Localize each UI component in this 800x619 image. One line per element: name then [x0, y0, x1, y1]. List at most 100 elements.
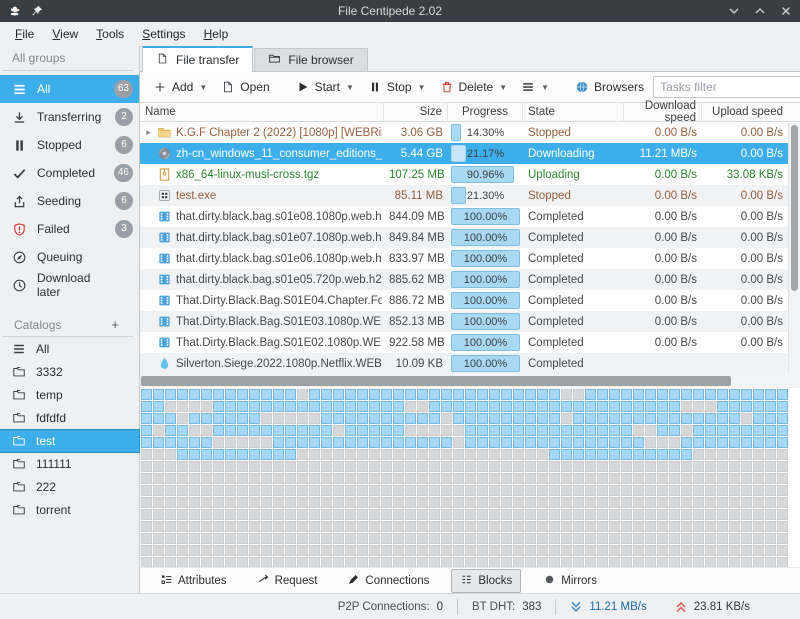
column-progress[interactable]: Progress — [448, 103, 523, 121]
sidebar-item-transferring[interactable]: Transferring 2 — [0, 103, 139, 131]
expand-arrow-icon[interactable]: ▸ — [144, 127, 153, 138]
tab-file-transfer[interactable]: File transfer — [142, 46, 253, 72]
stop-button[interactable]: Stop▼ — [363, 76, 431, 98]
block-empty — [369, 509, 380, 520]
block-empty — [285, 533, 296, 544]
block-empty — [189, 461, 200, 472]
block-downloaded — [465, 401, 476, 412]
menu-item-view[interactable]: View — [43, 24, 87, 44]
horizontal-scrollbar-thumb[interactable] — [141, 376, 731, 386]
close-button[interactable] — [780, 5, 792, 17]
table-row[interactable]: that.dirty.black.bag.s01e06.1080p.web.h2… — [140, 248, 788, 269]
block-empty — [201, 545, 212, 556]
bottom-tab-attributes[interactable]: Attributes — [152, 570, 235, 592]
table-row[interactable]: that.dirty.black.bag.s01e07.1080p.web.h2… — [140, 227, 788, 248]
catalog-item-all[interactable]: All — [0, 338, 139, 360]
vertical-scrollbar-thumb[interactable] — [791, 125, 798, 291]
block-empty — [765, 557, 776, 567]
column-name[interactable]: Name — [140, 103, 384, 121]
sidebar-item-queuing[interactable]: Queuing — [0, 243, 139, 271]
more-menu-button[interactable]: ▼ — [516, 76, 554, 98]
block-empty — [429, 497, 440, 508]
block-empty — [705, 401, 716, 412]
maximize-button[interactable] — [754, 5, 766, 17]
block-downloaded — [657, 389, 668, 400]
block-empty — [597, 473, 608, 484]
block-empty — [717, 545, 728, 556]
block-downloaded — [765, 401, 776, 412]
task-size: 844.09 MB — [384, 211, 448, 223]
block-empty — [621, 557, 632, 567]
sidebar-item-download-later[interactable]: Download later — [0, 271, 139, 299]
table-row[interactable]: Silverton.Siege.2022.1080p.Netflix.WEB-D… — [140, 353, 788, 374]
minimize-button[interactable] — [728, 5, 740, 17]
menu-item-tools[interactable]: Tools — [87, 24, 133, 44]
column-download-speed[interactable]: Download speed — [624, 103, 702, 121]
table-row[interactable]: That.Dirty.Black.Bag.S01E03.1080p.WEB.h2… — [140, 311, 788, 332]
sidebar-item-failed[interactable]: Failed 3 — [0, 215, 139, 243]
catalog-item-fdfdfd[interactable]: fdfdfd — [0, 407, 139, 429]
column-upload-speed[interactable]: Upload speed — [702, 103, 788, 121]
vertical-scrollbar[interactable] — [788, 123, 800, 374]
bottom-tab-blocks[interactable]: Blocks — [451, 569, 521, 593]
catalog-item-222[interactable]: 222 — [0, 476, 139, 498]
bottom-tab-mirrors[interactable]: Mirrors — [535, 570, 605, 592]
tab-file-browser[interactable]: File browser — [254, 48, 367, 71]
tasks-filter-combobox[interactable]: ▼ — [653, 76, 800, 98]
table-row[interactable]: That.Dirty.Black.Bag.S01E02.1080p.WEB.h2… — [140, 332, 788, 353]
sidebar-item-label: Transferring — [37, 110, 101, 124]
block-empty — [297, 413, 308, 424]
clock-icon — [12, 278, 27, 293]
column-size[interactable]: Size — [384, 103, 448, 121]
table-row[interactable]: that.dirty.black.bag.s01e05.720p.web.h26… — [140, 269, 788, 290]
menu-item-help[interactable]: Help — [195, 24, 238, 44]
add-button[interactable]: Add▼ — [148, 76, 212, 98]
menu-item-settings[interactable]: Settings — [133, 24, 194, 44]
folder-icon — [12, 388, 26, 402]
column-state[interactable]: State — [523, 103, 624, 121]
block-empty — [489, 521, 500, 532]
block-empty — [141, 557, 152, 567]
block-downloaded — [405, 389, 416, 400]
catalog-item-111111[interactable]: 111111 — [0, 453, 139, 475]
block-empty — [201, 521, 212, 532]
chevron-down-icon: ▼ — [541, 83, 549, 92]
block-empty — [357, 545, 368, 556]
tasks-filter-input[interactable] — [654, 78, 800, 96]
task-state: Completed — [523, 337, 624, 349]
table-row[interactable]: x86_64-linux-musl-cross.tgz 107.25 MB 90… — [140, 164, 788, 185]
sidebar-item-seeding[interactable]: Seeding 6 — [0, 187, 139, 215]
block-empty — [693, 485, 704, 496]
open-button[interactable]: Open — [216, 76, 274, 98]
table-row[interactable]: that.dirty.black.bag.s01e08.1080p.web.h2… — [140, 206, 788, 227]
block-downloaded — [621, 437, 632, 448]
bottom-tab-bar: Attributes Request Connections Blocks Mi… — [140, 567, 800, 593]
table-row[interactable]: zh-cn_windows_11_consumer_editions_upd… … — [140, 143, 788, 164]
add-catalog-button[interactable]: + — [109, 317, 121, 332]
start-button[interactable]: Start▼ — [291, 76, 359, 98]
sidebar-item-completed[interactable]: Completed 46 — [0, 159, 139, 187]
bottom-tab-connections[interactable]: Connections — [339, 570, 437, 592]
table-row[interactable]: That.Dirty.Black.Bag.S01E04.Chapter.Four… — [140, 290, 788, 311]
table-row[interactable]: ▸ K.G.F Chapter 2 (2022) [1080p] [WEBRip… — [140, 122, 788, 143]
browsers-button[interactable]: Browsers — [570, 76, 649, 98]
block-empty — [453, 473, 464, 484]
block-empty — [261, 557, 272, 567]
menu-item-file[interactable]: File — [6, 24, 43, 44]
block-empty — [189, 533, 200, 544]
catalog-item-test[interactable]: test — [0, 430, 139, 452]
catalog-item-temp[interactable]: temp — [0, 384, 139, 406]
sidebar-item-stopped[interactable]: Stopped 6 — [0, 131, 139, 159]
block-empty — [177, 509, 188, 520]
catalog-item-torrent[interactable]: torrent — [0, 499, 139, 521]
horizontal-scrollbar[interactable] — [140, 374, 800, 388]
catalog-item-3332[interactable]: 3332 — [0, 361, 139, 383]
block-empty — [429, 509, 440, 520]
sidebar-item-all[interactable]: All 63 — [0, 75, 139, 103]
table-row[interactable]: test.exe 85.11 MB 21.30% Stopped 0.00 B/… — [140, 185, 788, 206]
pin-icon[interactable] — [30, 4, 44, 18]
bottom-tab-request[interactable]: Request — [249, 570, 326, 592]
video-icon — [157, 293, 172, 308]
delete-button[interactable]: Delete▼ — [435, 76, 513, 98]
block-empty — [501, 497, 512, 508]
